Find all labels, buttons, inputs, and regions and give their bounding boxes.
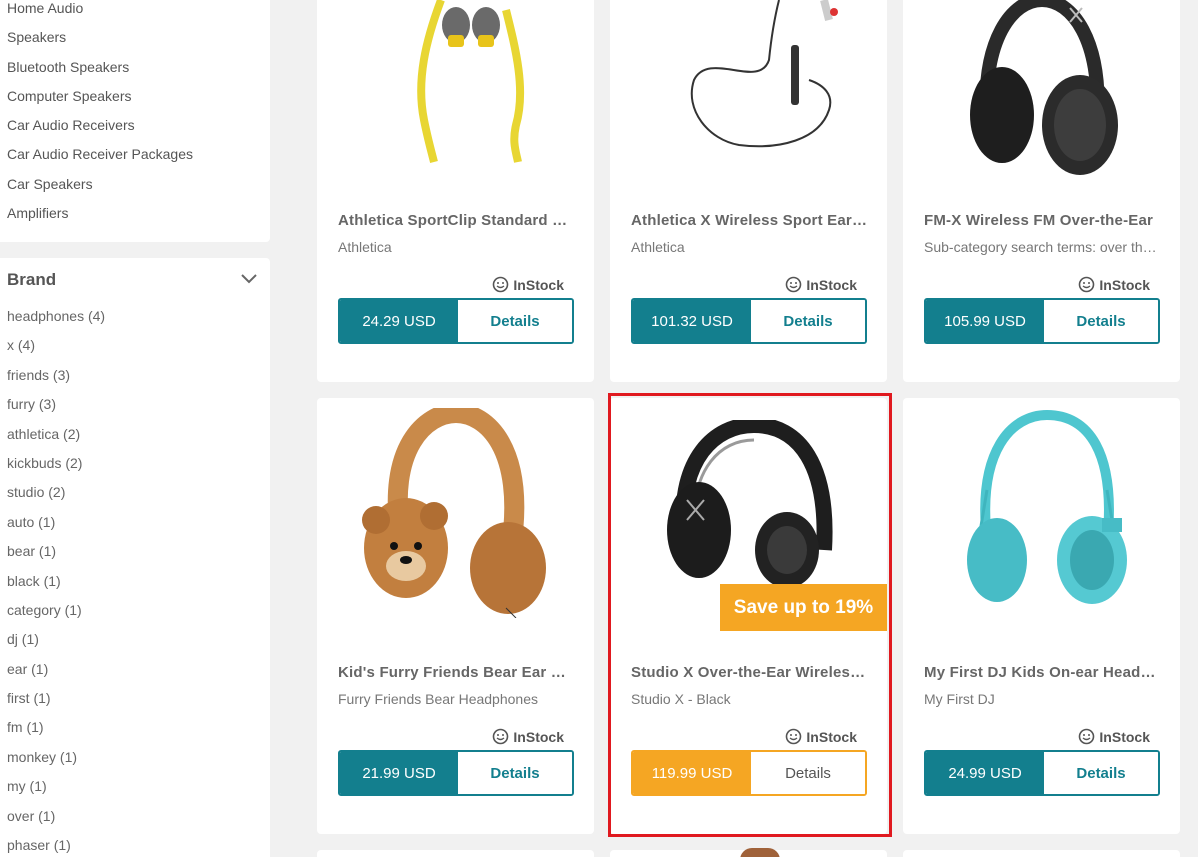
price-button[interactable]: 21.99 USD xyxy=(340,752,458,794)
stock-status: InStock xyxy=(492,728,564,745)
category-panel: Home Audio Speakers Bluetooth Speakers C… xyxy=(0,0,270,242)
product-image[interactable] xyxy=(317,0,594,165)
brand-item[interactable]: ear (1) xyxy=(7,661,105,690)
product-actions: 101.32 USD Details xyxy=(631,298,867,344)
brand-item[interactable]: x (4) xyxy=(7,337,105,366)
chevron-down-icon[interactable] xyxy=(240,273,258,285)
price-button[interactable]: 105.99 USD xyxy=(926,300,1044,342)
product-name[interactable]: My First DJ Kids On-ear Headphones xyxy=(924,664,1160,681)
product-card[interactable]: Athletica SportClip Standard Earbuds Ath… xyxy=(317,0,594,382)
product-image[interactable] xyxy=(903,0,1180,180)
stock-status: InStock xyxy=(785,276,857,293)
brand-list: headphones (4) x (4) friends (3) furry (… xyxy=(7,308,105,857)
brand-item[interactable]: friends (3) xyxy=(7,367,105,396)
details-button[interactable]: Details xyxy=(458,300,572,342)
category-speakers[interactable]: Speakers xyxy=(7,29,193,58)
stock-label: InStock xyxy=(1099,728,1150,745)
category-computer-speakers[interactable]: Computer Speakers xyxy=(7,88,193,117)
stock-status: InStock xyxy=(492,276,564,293)
brand-item[interactable]: kickbuds (2) xyxy=(7,455,105,484)
product-card[interactable]: FM-X Wireless FM Over-the-Ear Sub-catego… xyxy=(903,0,1180,382)
product-card[interactable] xyxy=(317,850,594,857)
details-button[interactable]: Details xyxy=(1044,752,1158,794)
smiley-icon xyxy=(493,276,509,293)
category-list: Home Audio Speakers Bluetooth Speakers C… xyxy=(7,0,193,234)
price-button[interactable]: 24.29 USD xyxy=(340,300,458,342)
details-button[interactable]: Details xyxy=(1044,300,1158,342)
product-subtitle: Athletica xyxy=(631,239,685,255)
brand-filter-panel: Brand headphones (4) x (4) friends (3) f… xyxy=(0,258,270,857)
brand-item[interactable]: furry (3) xyxy=(7,396,105,425)
brand-item[interactable]: bear (1) xyxy=(7,543,105,572)
selection-highlight xyxy=(608,393,892,837)
category-car-audio-receivers[interactable]: Car Audio Receivers xyxy=(7,117,193,146)
stock-status: InStock xyxy=(1078,276,1150,293)
stock-label: InStock xyxy=(513,276,564,293)
stock-label: InStock xyxy=(513,728,564,745)
product-actions: 105.99 USD Details xyxy=(924,298,1160,344)
product-name[interactable]: Athletica SportClip Standard Earbuds xyxy=(338,212,574,229)
stock-status: InStock xyxy=(1078,728,1150,745)
smiley-icon xyxy=(493,728,509,745)
category-amplifiers[interactable]: Amplifiers xyxy=(7,205,193,234)
brand-item[interactable]: black (1) xyxy=(7,573,105,602)
brand-item[interactable]: category (1) xyxy=(7,602,105,631)
brand-item[interactable]: monkey (1) xyxy=(7,749,105,778)
price-button[interactable]: 101.32 USD xyxy=(633,300,751,342)
brand-item[interactable]: athletica (2) xyxy=(7,426,105,455)
brand-item[interactable]: over (1) xyxy=(7,808,105,837)
brand-item[interactable]: my (1) xyxy=(7,778,105,807)
product-actions: 21.99 USD Details xyxy=(338,750,574,796)
details-button[interactable]: Details xyxy=(458,752,572,794)
brand-item[interactable]: phaser (1) xyxy=(7,837,105,857)
product-subtitle: Furry Friends Bear Headphones xyxy=(338,691,538,707)
category-bluetooth-speakers[interactable]: Bluetooth Speakers xyxy=(7,59,193,88)
product-actions: 24.99 USD Details xyxy=(924,750,1160,796)
brand-item[interactable]: first (1) xyxy=(7,690,105,719)
product-subtitle: My First DJ xyxy=(924,691,995,707)
brand-item[interactable]: auto (1) xyxy=(7,514,105,543)
smiley-icon xyxy=(786,276,802,293)
stock-label: InStock xyxy=(806,276,857,293)
brand-filter-header[interactable]: Brand xyxy=(7,270,258,294)
brand-item[interactable]: fm (1) xyxy=(7,719,105,748)
brand-item[interactable]: headphones (4) xyxy=(7,308,105,337)
smiley-icon xyxy=(1079,276,1095,293)
brand-item[interactable]: dj (1) xyxy=(7,631,105,660)
details-button[interactable]: Details xyxy=(751,300,865,342)
product-card[interactable]: Athletica X Wireless Sport Earbuds Athle… xyxy=(610,0,887,382)
product-image[interactable] xyxy=(740,848,780,857)
smiley-icon xyxy=(1079,728,1095,745)
product-card[interactable]: My First DJ Kids On-ear Headphones My Fi… xyxy=(903,398,1180,834)
product-name[interactable]: FM-X Wireless FM Over-the-Ear xyxy=(924,212,1160,229)
product-image[interactable] xyxy=(610,0,887,165)
product-name[interactable]: Kid's Furry Friends Bear Ear Headphones xyxy=(338,664,574,681)
stock-label: InStock xyxy=(1099,276,1150,293)
product-image[interactable] xyxy=(903,410,1180,610)
product-name[interactable]: Athletica X Wireless Sport Earbuds xyxy=(631,212,867,229)
brand-filter-title: Brand xyxy=(7,270,57,289)
product-image[interactable] xyxy=(317,408,594,618)
category-car-audio-receiver-packages[interactable]: Car Audio Receiver Packages xyxy=(7,146,193,175)
category-car-speakers[interactable]: Car Speakers xyxy=(7,176,193,205)
category-home-audio[interactable]: Home Audio xyxy=(7,0,193,29)
brand-item[interactable]: studio (2) xyxy=(7,484,105,513)
product-actions: 24.29 USD Details xyxy=(338,298,574,344)
product-card[interactable]: Kid's Furry Friends Bear Ear Headphones … xyxy=(317,398,594,834)
product-card[interactable] xyxy=(903,850,1180,857)
price-button[interactable]: 24.99 USD xyxy=(926,752,1044,794)
product-card[interactable] xyxy=(610,848,887,857)
product-subtitle: Athletica xyxy=(338,239,392,255)
product-subtitle: Sub-category search terms: over the ear xyxy=(924,239,1160,255)
